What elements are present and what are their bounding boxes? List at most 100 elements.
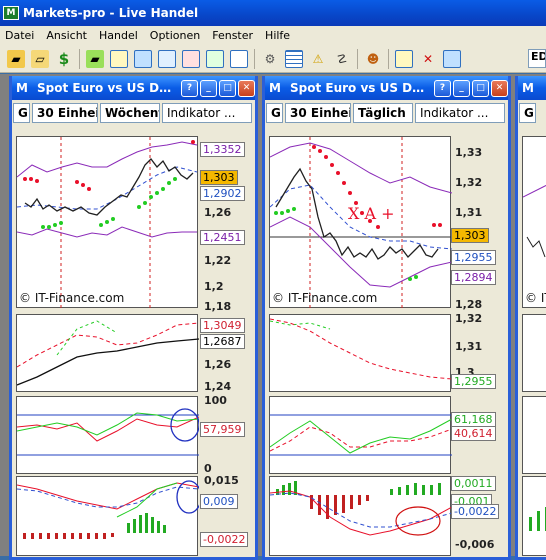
window-2-pane-2-tick: 1,31: [455, 340, 483, 353]
chart-window-icon: M: [269, 81, 281, 95]
window-1-price-plot: [17, 137, 198, 309]
app-title: Markets-pro - Live Handel: [23, 6, 199, 20]
chart-window-3: M G © IT: [515, 76, 546, 560]
window-icon-6[interactable]: [230, 49, 248, 68]
window-1-price-tick: 1,18: [204, 300, 232, 313]
window-2-pane-4[interactable]: [269, 476, 452, 556]
window-1-g-button[interactable]: G: [13, 103, 30, 123]
window-1-help-icon[interactable]: ?: [181, 79, 198, 97]
window-1-price-label: 1,3352: [200, 142, 245, 157]
tile-icon[interactable]: [443, 49, 461, 68]
menu-bar: Datei Ansicht Handel Optionen Fenster Hi…: [0, 26, 546, 45]
chart-tool-icon[interactable]: ☡: [333, 50, 351, 68]
window-icon-4[interactable]: [182, 49, 200, 68]
window-icon-3[interactable]: [158, 49, 176, 68]
window-2-price-tick: 1,33: [455, 146, 483, 159]
window-2-period-select[interactable]: Täglich: [353, 103, 413, 123]
window-1-close-button[interactable]: ✕: [238, 79, 255, 97]
window-2-price-pane[interactable]: X A + © IT-Finance.com: [269, 136, 452, 309]
window-1-pane-3-tick: 100: [204, 394, 227, 407]
window-1-pane-2-label: 1,2687: [200, 334, 245, 349]
window-1-price-pane[interactable]: © IT-Finance.com: [16, 136, 198, 309]
window-1-pane-3-label: 57,959: [200, 422, 245, 437]
window-2-pane-3-plot: [270, 414, 452, 456]
window-icon-2[interactable]: [134, 49, 152, 68]
menu-datei[interactable]: Datei: [0, 29, 41, 42]
window-1-indicator-select[interactable]: Indikator ...: [162, 103, 252, 123]
window-icon-5[interactable]: [206, 49, 224, 68]
folder-icon[interactable]: ▱: [31, 49, 49, 68]
window-list-icon[interactable]: [395, 49, 413, 68]
window-2-pane-2[interactable]: [269, 314, 452, 392]
window-3-price-pane[interactable]: © IT: [522, 136, 546, 308]
window-2-titlebar[interactable]: M Spot Euro vs US Dol... ? _ □ ✕: [265, 76, 508, 100]
app-logo-icon: M: [3, 6, 19, 20]
window-1-pane-3-plot: [17, 408, 199, 456]
window-2-pane-3[interactable]: [269, 396, 452, 474]
window-1-price-tick: 1,22: [204, 254, 232, 267]
menu-fenster[interactable]: Fenster: [207, 29, 260, 42]
menu-hilfe[interactable]: Hilfe: [260, 29, 297, 42]
window-2-minimize-button[interactable]: _: [453, 79, 470, 97]
window-1-pane-4-tick: 0,015: [204, 474, 239, 487]
window-3-price-plot: [523, 184, 546, 258]
window-1-period-select[interactable]: Wöchent: [100, 103, 160, 123]
window-2-price-label: 1,2955: [451, 250, 496, 265]
menu-handel[interactable]: Handel: [94, 29, 145, 42]
window-1-pane-2-plot: [17, 320, 199, 386]
window-1-price-label: 1,2451: [200, 230, 245, 245]
window-1-interval-select[interactable]: 30 Einheit: [32, 103, 98, 123]
window-1-pane-2[interactable]: [16, 314, 199, 392]
toolbar-field[interactable]: ED: [528, 49, 546, 68]
window-2-pane-4-label: -0,0022: [451, 504, 500, 519]
window-2-pane-4-label: 0,0011: [451, 476, 496, 491]
window-1-maximize-button[interactable]: □: [219, 79, 236, 97]
grid-icon[interactable]: [285, 49, 303, 68]
window-1-pane-4-label: -0,0022: [200, 532, 249, 547]
window-3-pane-3[interactable]: [522, 396, 546, 474]
chart-window-icon: M: [522, 81, 534, 95]
window-icon[interactable]: [110, 49, 128, 68]
window-2-copyright: © IT-Finance.com: [272, 291, 378, 305]
window-1-pane-2-tick: 1,26: [204, 358, 232, 371]
window-2-pane-2-plot: [270, 318, 452, 380]
window-1-titlebar[interactable]: M Spot Euro vs US Dol... ? _ □ ✕: [12, 76, 255, 100]
window-2-interval-select[interactable]: 30 Einheit: [285, 103, 351, 123]
window-2-price-tick: 1,32: [455, 176, 483, 189]
window-3-controls: G: [518, 100, 546, 126]
window-3-pane-2[interactable]: [522, 314, 546, 392]
menu-ansicht[interactable]: Ansicht: [41, 29, 94, 42]
window-2-price-label: 1,303: [451, 228, 489, 243]
window-3-copyright: © IT: [525, 291, 546, 305]
window-1-minimize-button[interactable]: _: [200, 79, 217, 97]
window-1-price-label: 1,303: [200, 170, 238, 185]
window-1-price-tick: 1,26: [204, 206, 232, 219]
window-2-controls: G 30 Einheit Täglich Indikator ...: [265, 100, 508, 126]
window-1-controls: G 30 Einheit Wöchent Indikator ...: [12, 100, 255, 126]
window-2-help-icon[interactable]: ?: [434, 79, 451, 97]
window-1-pane-3[interactable]: [16, 396, 199, 474]
warning-icon[interactable]: ⚠: [309, 50, 327, 68]
user-icon[interactable]: ☻: [364, 50, 382, 68]
chart-window-icon: M: [16, 81, 28, 95]
window-1-pane-4[interactable]: [16, 476, 199, 556]
open-folder-icon[interactable]: ▰: [7, 49, 25, 68]
window-2-close-button[interactable]: ✕: [491, 79, 508, 97]
window-2-maximize-button[interactable]: □: [472, 79, 489, 97]
window-1-pane-4-plot: [17, 480, 199, 539]
window-3-g-button[interactable]: G: [519, 103, 536, 123]
window-3-pane-4[interactable]: [522, 476, 546, 556]
menu-optionen[interactable]: Optionen: [145, 29, 207, 42]
window-2-pane-4-plot: [270, 481, 452, 536]
tools-icon[interactable]: ⚙: [261, 50, 279, 68]
window-2-pane-2-tick: 1,32: [455, 312, 483, 325]
window-2-price-tick: 1,28: [455, 298, 483, 311]
window-3-titlebar[interactable]: M: [518, 76, 546, 100]
window-2-indicator-select[interactable]: Indikator ...: [415, 103, 505, 123]
window-2-price-plot: X A +: [270, 137, 452, 309]
window-1-pane-2-label: 1,3049: [200, 318, 245, 333]
close-window-icon[interactable]: ✕: [419, 50, 437, 68]
dollar-icon[interactable]: $: [55, 50, 73, 68]
window-2-g-button[interactable]: G: [266, 103, 283, 123]
open-green-icon[interactable]: ▰: [86, 49, 104, 68]
